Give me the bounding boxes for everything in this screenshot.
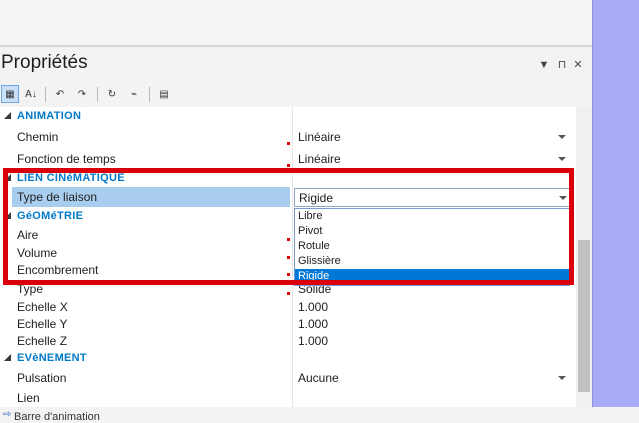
- marker-dot: [287, 164, 290, 167]
- property-name: Echelle X: [17, 300, 68, 314]
- viewport-side-panel: [592, 0, 639, 407]
- close-icon[interactable]: ✕: [571, 58, 585, 72]
- property-value[interactable]: Linéaire: [298, 152, 341, 166]
- panel-title: Propriétés: [1, 52, 88, 73]
- category-label: ANIMATION: [17, 110, 82, 122]
- marker-dot: [287, 142, 290, 145]
- properties-toolbar: ▦ A↓ ↶ ↷ ↻ ⌁ ▤: [0, 84, 592, 106]
- property-row-fonction-de-temps[interactable]: Fonction de temps Linéaire: [0, 150, 576, 167]
- category-label: EVèNEMENT: [17, 352, 87, 364]
- animation-bar-icon[interactable]: ⇨: [3, 409, 11, 420]
- property-row-echelle-z[interactable]: Echelle Z 1.000: [0, 332, 576, 349]
- alphabetical-button[interactable]: A↓: [22, 85, 40, 103]
- top-pane: [0, 0, 592, 47]
- property-name: Pulsation: [17, 371, 67, 385]
- chevron-down-icon[interactable]: [558, 157, 566, 161]
- property-value[interactable]: Aucune: [298, 371, 339, 385]
- property-value[interactable]: 1.000: [298, 334, 328, 348]
- pick-button[interactable]: ⌁: [125, 85, 143, 103]
- property-row-chemin[interactable]: Chemin Linéaire: [0, 128, 576, 145]
- scrollbar-thumb[interactable]: [578, 240, 590, 392]
- chevron-down-icon[interactable]: [558, 376, 566, 380]
- marker-dot: [287, 292, 290, 295]
- toolbar-separator: [149, 87, 150, 102]
- collapse-triangle-icon[interactable]: [4, 112, 11, 119]
- collapse-all-button[interactable]: ↷: [73, 85, 91, 103]
- categorized-button[interactable]: ▦: [1, 85, 19, 103]
- animation-bar-tab[interactable]: Barre d'animation: [14, 411, 100, 423]
- property-value[interactable]: 1.000: [298, 300, 328, 314]
- refresh-button[interactable]: ↻: [103, 85, 121, 103]
- panel-menu-icon[interactable]: ▼: [537, 58, 551, 72]
- property-row-echelle-x[interactable]: Echelle X 1.000: [0, 298, 576, 315]
- property-row-echelle-y[interactable]: Echelle Y 1.000: [0, 315, 576, 332]
- property-value[interactable]: 1.000: [298, 317, 328, 331]
- toolbar-separator: [45, 87, 46, 102]
- property-row-pulsation[interactable]: Pulsation Aucune: [0, 369, 576, 386]
- property-name: Chemin: [17, 130, 59, 144]
- property-name: Echelle Y: [17, 317, 68, 331]
- property-name: Lien: [17, 391, 40, 405]
- property-pages-button[interactable]: ▤: [155, 85, 173, 103]
- collapse-triangle-icon[interactable]: [4, 354, 11, 361]
- expand-all-button[interactable]: ↶: [51, 85, 69, 103]
- pin-icon[interactable]: ⊓: [555, 58, 569, 72]
- category-evenement[interactable]: EVèNEMENT: [0, 350, 576, 367]
- property-name: Echelle Z: [17, 334, 68, 348]
- highlight-annotation-box: [3, 168, 574, 285]
- chevron-down-icon[interactable]: [558, 135, 566, 139]
- toolbar-separator: [97, 87, 98, 102]
- property-value[interactable]: Linéaire: [298, 130, 341, 144]
- property-row-lien[interactable]: Lien: [0, 389, 576, 406]
- category-animation[interactable]: ANIMATION: [0, 108, 576, 125]
- property-name: Fonction de temps: [17, 152, 116, 166]
